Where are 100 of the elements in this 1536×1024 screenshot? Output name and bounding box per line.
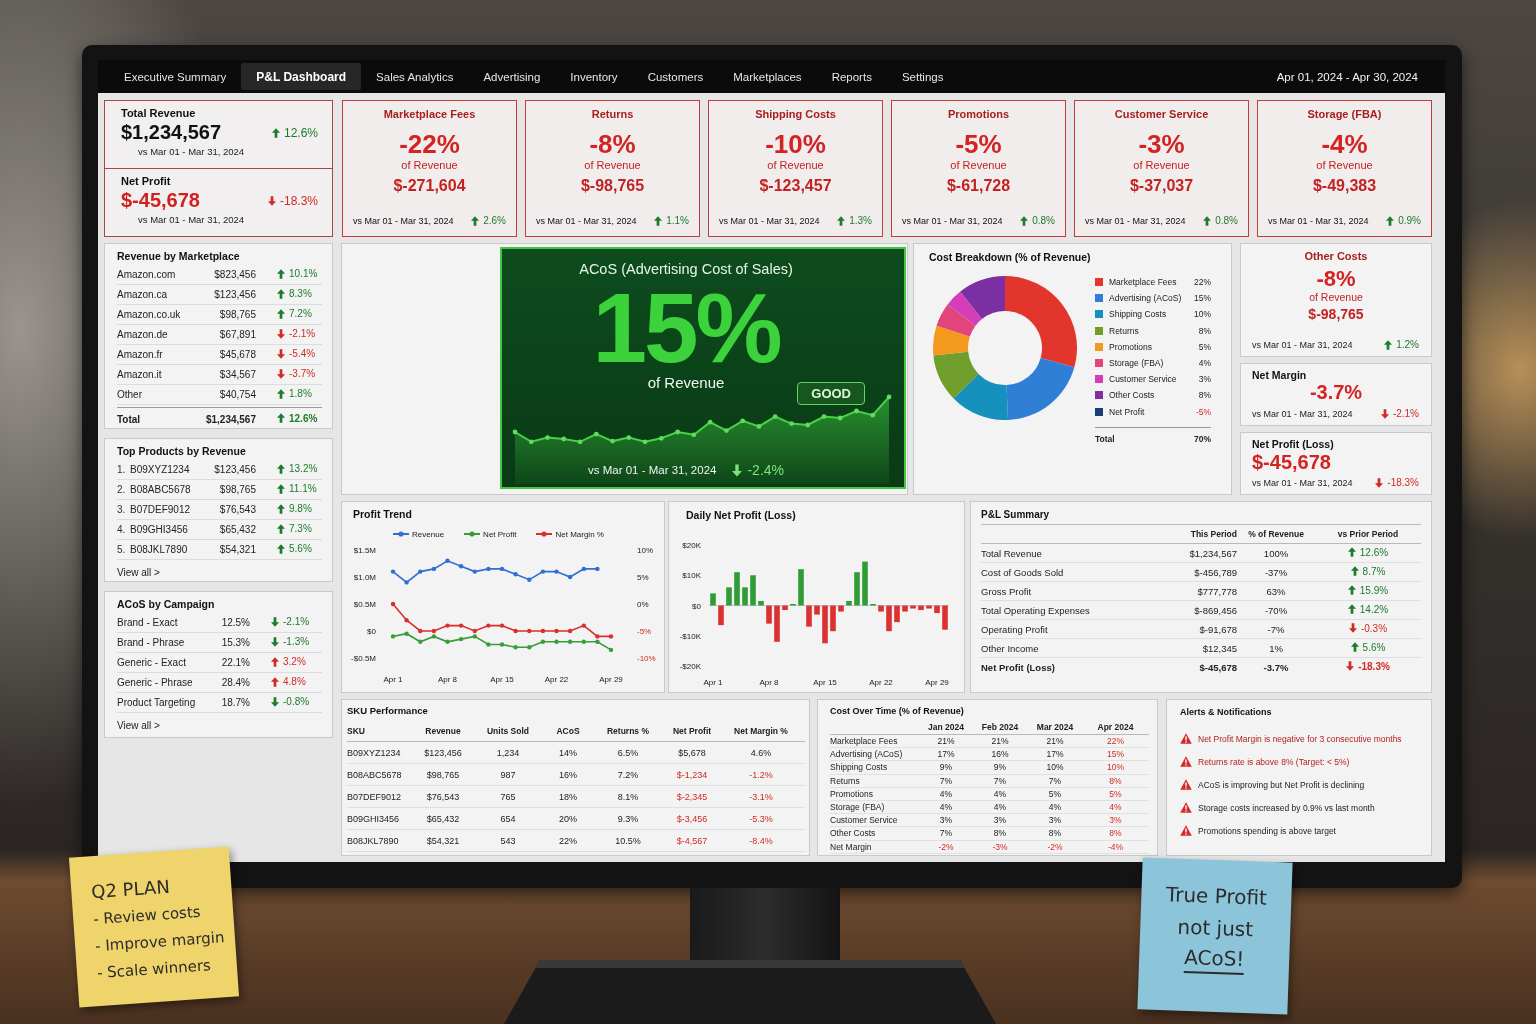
- product-sku: B09GHI3456: [130, 524, 189, 535]
- nav-tab[interactable]: Settings: [886, 63, 959, 90]
- net-profit-value: $-45,678: [1251, 451, 1332, 473]
- card-title: Marketplace Fees: [383, 108, 476, 120]
- table-cell-text: 543: [499, 835, 517, 846]
- row-label: Shipping Costs: [830, 762, 889, 773]
- axis-tick-label: -10%: [637, 654, 656, 663]
- table-cell-text: 5%: [1047, 788, 1063, 799]
- acos-value: 15%: [592, 282, 780, 374]
- change-value: -18.3%: [279, 193, 318, 208]
- table-cell-text: 9%: [992, 762, 1008, 773]
- view-all-link[interactable]: View all >: [117, 567, 160, 578]
- card-title: ACoS (Advertising Cost of Sales): [579, 260, 793, 278]
- table-cell-text: 3%: [1108, 815, 1123, 826]
- table-cell-text: $98,765: [425, 769, 461, 780]
- alert-text: Storage costs increased by 0.9% vs last month: [1198, 802, 1375, 813]
- revenue-value: $98,765: [218, 484, 257, 495]
- card-title: P&L Summary: [981, 509, 1421, 525]
- legend-label: Other Costs: [1109, 390, 1156, 401]
- table-cell-text: 17%: [1045, 749, 1065, 760]
- axis-tick-label: $10K: [682, 571, 701, 581]
- nav-tab[interactable]: Reports: [816, 63, 887, 90]
- table-cell-text: -2%: [937, 841, 955, 852]
- amount-value: $-37,037: [1129, 177, 1194, 195]
- table-cell-text: -7%: [1266, 623, 1286, 635]
- nav-tab[interactable]: Marketplaces: [718, 63, 817, 90]
- chart-title: Cost Breakdown (% of Revenue): [929, 251, 1092, 263]
- rank-number: 2.: [117, 484, 127, 495]
- table-cell-text: 15%: [1106, 749, 1125, 760]
- handwritten-text: - Scale winners: [96, 955, 212, 985]
- legend-label: Customer Service: [1109, 374, 1178, 385]
- change-value: -0.8%: [283, 696, 310, 708]
- row-label: Promotions: [830, 788, 874, 799]
- total-value: 70%: [1193, 433, 1211, 444]
- table-cell-text: $65,432: [425, 813, 461, 824]
- table-cell-text: 20%: [558, 813, 578, 824]
- change-value: 3.2%: [283, 656, 306, 668]
- nav-tab[interactable]: Inventory: [555, 63, 633, 90]
- revenue-value: $823,456: [213, 269, 257, 280]
- campaign-name: Brand - Phrase: [117, 637, 186, 648]
- column-header: Apr 2024: [1096, 721, 1135, 732]
- caption: of Revenue: [401, 159, 458, 171]
- nav-tab[interactable]: Sales Analytics: [361, 63, 469, 90]
- alert-text: Net Profit Margin is negative for 3 consecutive months: [1198, 733, 1402, 744]
- change-value: -1.3%: [283, 636, 310, 648]
- axis-tick-label: -5%: [637, 627, 652, 636]
- warning-icon: [1180, 756, 1192, 767]
- table-cell-text: B09GHI3456: [347, 813, 401, 824]
- marketplace-name: Other: [117, 389, 143, 400]
- card-title: Customer Service: [1114, 108, 1209, 120]
- table-cell-text: -37%: [1263, 566, 1289, 578]
- percent-value: -5%: [955, 129, 1002, 159]
- change-value: 14.2%: [1359, 603, 1389, 615]
- change-value: 0.9%: [1398, 215, 1421, 226]
- nav-tab[interactable]: Executive Summary: [109, 63, 242, 90]
- caption: of Revenue: [647, 374, 725, 392]
- nav-tab[interactable]: Customers: [632, 63, 719, 90]
- table-cell-text: $76,543: [425, 791, 461, 802]
- table-cell-text: $1,234,567: [1188, 547, 1237, 559]
- change-value: -3.7%: [289, 368, 316, 380]
- axis-tick-label: Apr 15: [813, 678, 837, 687]
- table-cell-text: 14%: [558, 747, 578, 758]
- change-value: -2.1%: [289, 328, 316, 340]
- card-title: Alerts & Notifications: [1180, 707, 1273, 719]
- comparison-period: vs Mar 01 - Mar 31, 2024: [1252, 477, 1353, 488]
- comparison-period: vs Mar 01 - Mar 31, 2024: [353, 215, 454, 226]
- chart-title: Profit Trend: [353, 508, 413, 520]
- alert-text: Returns rate is above 8% (Target: < 5%): [1198, 756, 1350, 767]
- amount-value: $-123,457: [759, 177, 832, 195]
- handwritten-text: ACoS!: [1183, 942, 1245, 976]
- table-cell-text: -5.3%: [748, 813, 774, 824]
- nav-tab[interactable]: Advertising: [468, 63, 556, 90]
- table-cell-text: $-45,678: [1198, 661, 1237, 673]
- comparison-period: vs Mar 01 - Mar 31, 2024: [719, 215, 820, 226]
- card-title: Net Margin: [1251, 369, 1308, 381]
- table-cell-text: 4%: [992, 788, 1008, 799]
- change-value: 7.3%: [289, 523, 312, 535]
- legend-label: Shipping Costs: [1109, 309, 1168, 320]
- legend-label: Revenue: [412, 529, 445, 539]
- column-header: Feb 2024: [980, 721, 1020, 732]
- comparison-period: vs Mar 01 - Mar 31, 2024: [1252, 408, 1353, 419]
- axis-tick-label: Apr 1: [383, 675, 403, 684]
- view-all-link[interactable]: View all >: [117, 720, 160, 731]
- revenue-value: $34,567: [218, 369, 257, 380]
- table-cell-text: $123,456: [423, 747, 463, 758]
- card-title: Storage (FBA): [1307, 108, 1382, 120]
- campaign-name: Generic - Phrase: [117, 677, 194, 688]
- warning-icon: [1180, 779, 1192, 790]
- card-title: Top Products by Revenue: [117, 445, 247, 457]
- comparison-period: vs Mar 01 - Mar 31, 2024: [1252, 339, 1353, 350]
- axis-tick-label: $0: [692, 601, 701, 611]
- nav-tab[interactable]: P&L Dashboard: [241, 63, 362, 90]
- axis-tick-label: 5%: [637, 573, 649, 582]
- legend-label: Returns: [1109, 325, 1140, 336]
- table-cell-text: B07DEF9012: [347, 791, 403, 802]
- rank-number: 5.: [117, 544, 127, 555]
- change-value: 5.6%: [289, 543, 312, 555]
- row-label: Advertising (ACoS): [830, 749, 904, 760]
- data-label: 3%: [1197, 374, 1211, 385]
- table-cell-text: 8.1%: [616, 791, 640, 802]
